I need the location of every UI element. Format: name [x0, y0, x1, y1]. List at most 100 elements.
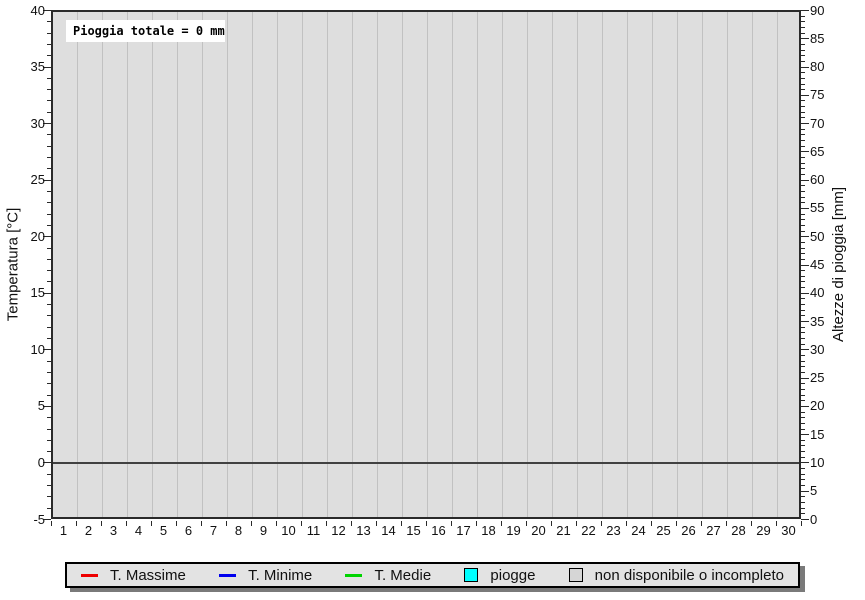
right-axis-tick [801, 208, 809, 209]
day-gridline [177, 12, 178, 517]
day-gridline [602, 12, 603, 517]
day-gridline [77, 12, 78, 517]
right-axis-tick [801, 400, 805, 401]
legend-label-non-disponibile: non disponibile o incompleto [595, 567, 784, 584]
right-axis-tick [801, 276, 805, 277]
left-axis-tick [47, 429, 51, 430]
day-gridline [302, 12, 303, 517]
right-axis-title-text: Altezze di pioggia [mm] [831, 187, 848, 342]
left-axis-tick [47, 395, 51, 396]
right-axis-tick [801, 479, 805, 480]
right-axis-tick [801, 298, 805, 299]
left-axis-tick [47, 134, 51, 135]
right-axis-tick [801, 72, 805, 73]
x-axis-tick-label: 24 [626, 523, 651, 538]
day-gridline [552, 12, 553, 517]
left-axis-tick [47, 33, 51, 34]
right-axis-tick [801, 112, 805, 113]
right-axis-tick [801, 157, 805, 158]
right-axis-tick [801, 95, 809, 96]
right-axis-tick [801, 151, 809, 152]
x-axis-tick-label: 5 [151, 523, 176, 538]
right-axis-tick [801, 38, 809, 39]
left-axis-tick [47, 327, 51, 328]
x-axis-tick-label: 18 [476, 523, 501, 538]
x-axis-tick-label: 28 [726, 523, 751, 538]
right-axis-tick [801, 78, 805, 79]
right-axis-tick [801, 513, 805, 514]
right-axis-tick [801, 417, 805, 418]
left-axis-tick [47, 417, 51, 418]
right-axis-tick [801, 10, 809, 11]
t-minime-line-swatch [219, 574, 236, 577]
left-axis-tick [47, 440, 51, 441]
left-axis-tick [47, 202, 51, 203]
left-axis-tick [47, 214, 51, 215]
right-axis-tick [801, 180, 809, 181]
right-axis-tick [801, 259, 805, 260]
right-axis-tick [801, 293, 809, 294]
t-medie-line-swatch [345, 574, 362, 577]
right-axis-tick [801, 253, 805, 254]
right-axis-tick [801, 140, 805, 141]
right-axis-tick [801, 327, 805, 328]
right-axis-tick [801, 406, 809, 407]
left-axis-tick [47, 372, 51, 373]
x-axis-tick-label: 9 [251, 523, 276, 538]
right-axis-tick [801, 496, 805, 497]
legend-label-t-medie: T. Medie [374, 567, 431, 584]
left-axis-tick [47, 270, 51, 271]
right-axis-tick [801, 304, 805, 305]
x-axis-tick-label: 19 [501, 523, 526, 538]
right-axis-tick [801, 174, 805, 175]
right-axis-tick [801, 378, 809, 379]
x-axis-tick-label: 3 [101, 523, 126, 538]
right-axis-tick [801, 440, 805, 441]
left-axis-title: Temperatura [°C] [0, 10, 26, 519]
right-axis-tick [801, 332, 805, 333]
right-axis-tick [801, 168, 805, 169]
right-axis-tick [801, 349, 809, 350]
right-axis-tick [801, 321, 809, 322]
left-axis-tick [47, 191, 51, 192]
day-gridline [577, 12, 578, 517]
day-gridline [377, 12, 378, 517]
left-axis-tick [47, 78, 51, 79]
left-axis-tick [47, 474, 51, 475]
right-axis-tick [801, 310, 805, 311]
legend-item-t-massime: T. Massime [81, 567, 186, 584]
day-gridline [752, 12, 753, 517]
day-gridline [252, 12, 253, 517]
x-axis-tick-label: 23 [601, 523, 626, 538]
legend-label-t-minime: T. Minime [248, 567, 312, 584]
right-axis-tick [801, 16, 805, 17]
right-axis-tick [801, 225, 805, 226]
right-axis-tick [801, 265, 809, 266]
day-gridline [152, 12, 153, 517]
right-axis-tick [801, 474, 805, 475]
right-axis-tick [801, 281, 805, 282]
left-axis-tick [47, 281, 51, 282]
x-axis-tick-label: 7 [201, 523, 226, 538]
right-axis-tick [801, 270, 805, 271]
right-axis-tick [801, 100, 805, 101]
left-axis-tick [47, 168, 51, 169]
right-axis-tick [801, 117, 805, 118]
day-gridline [477, 12, 478, 517]
day-gridline [352, 12, 353, 517]
x-axis-tick-label: 12 [326, 523, 351, 538]
right-axis-tick [801, 355, 805, 356]
legend: T. Massime T. Minime T. Medie piogge non… [65, 562, 800, 588]
zero-temperature-line [53, 462, 799, 464]
legend-item-t-medie: T. Medie [345, 567, 431, 584]
rain-total-annotation: Pioggia totale = 0 mm [66, 20, 225, 42]
left-axis-tick [47, 361, 51, 362]
plot-area: Pioggia totale = 0 mm [51, 10, 801, 519]
right-axis-tick [801, 61, 805, 62]
left-axis-tick [47, 89, 51, 90]
right-axis-tick [801, 361, 805, 362]
legend-label-t-massime: T. Massime [110, 567, 186, 584]
right-axis-tick [801, 134, 805, 135]
right-axis-tick [801, 214, 805, 215]
x-axis-tick-label: 29 [751, 523, 776, 538]
